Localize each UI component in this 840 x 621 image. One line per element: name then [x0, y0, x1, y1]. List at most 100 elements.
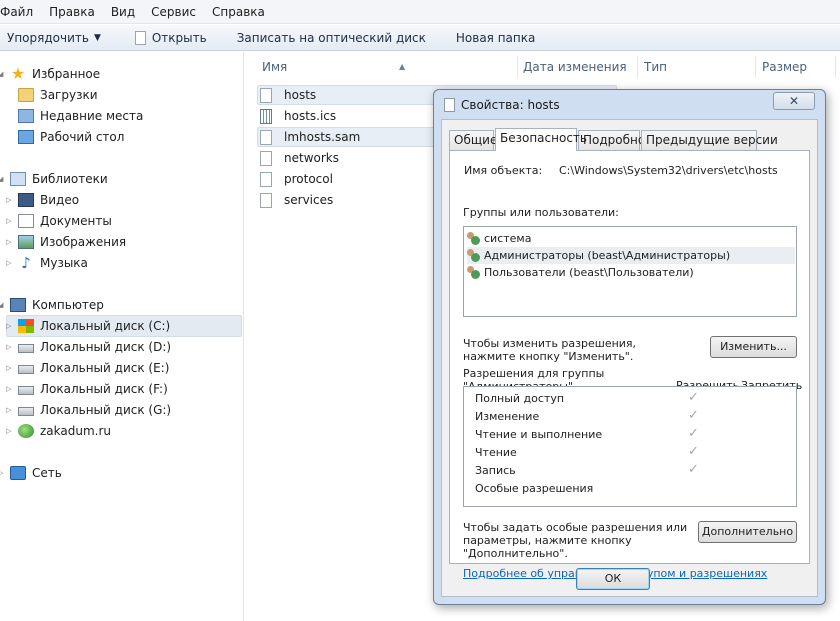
permission-name: Изменение	[475, 410, 540, 423]
special-hint-line-1: Чтобы задать особые разрешения или	[463, 521, 688, 534]
collapse-icon: ◢	[0, 174, 4, 183]
groups-label: Группы или пользователи:	[463, 206, 619, 219]
list-item[interactable]: Администраторы (beast\Администраторы)	[467, 247, 795, 264]
nav-libraries[interactable]: ◢ Библиотеки	[0, 168, 108, 189]
nav-label: Недавние места	[40, 108, 144, 123]
nav-label: zakadum.ru	[40, 423, 112, 438]
nav-item-drive-g[interactable]: ▷ Локальный диск (G:)	[6, 399, 172, 420]
nav-item-downloads[interactable]: Загрузки	[18, 84, 98, 105]
expand-icon: ▷	[6, 384, 12, 393]
permission-name: Полный доступ	[475, 392, 565, 405]
organize-button[interactable]: Упорядочить ▼	[1, 27, 107, 49]
allow-check-icon: ✓	[688, 390, 699, 405]
tab-general[interactable]: Общие	[449, 130, 497, 150]
nav-label: Локальный диск (E:)	[40, 360, 170, 375]
nav-computer[interactable]: ◢ Компьютер	[0, 294, 104, 315]
menu-view[interactable]: Вид	[103, 0, 143, 24]
file-icon	[260, 192, 272, 208]
column-header-size[interactable]: Размер	[762, 58, 832, 80]
nav-label: Видео	[40, 192, 80, 207]
nav-item-desktop[interactable]: Рабочий стол	[18, 126, 124, 147]
nav-network[interactable]: ▷ Сеть	[0, 462, 62, 483]
nav-item-images[interactable]: ▷ Изображения	[6, 231, 126, 252]
menu-bar: Файл Правка Вид Сервис Справка	[0, 0, 840, 24]
nav-item-drive-c[interactable]: ▷ Локальный диск (C:)	[6, 315, 171, 336]
allow-check-icon: ✓	[688, 408, 699, 423]
close-icon: ✕	[788, 94, 800, 108]
network-drive-icon	[18, 423, 34, 438]
column-label: Имя	[262, 60, 288, 74]
column-divider[interactable]	[835, 56, 836, 78]
ok-button[interactable]: ОК	[576, 568, 650, 590]
new-folder-button[interactable]: Новая папка	[450, 27, 541, 49]
file-name: hosts.ics	[284, 109, 337, 123]
file-row-services[interactable]: services	[258, 190, 438, 210]
expand-icon: ▷	[6, 237, 12, 246]
hard-drive-icon	[18, 406, 34, 416]
file-row-hosts-ics[interactable]: hosts.ics	[258, 106, 438, 126]
column-header-type[interactable]: Тип	[644, 58, 754, 80]
menu-help[interactable]: Справка	[204, 0, 273, 24]
menu-tools[interactable]: Сервис	[143, 0, 204, 24]
permission-name: Запись	[475, 464, 516, 477]
hard-drive-icon	[18, 364, 34, 374]
column-divider[interactable]	[637, 56, 638, 78]
navigation-pane: ◢ ★ Избранное Загрузки Недавние места Ра…	[0, 52, 244, 621]
nav-item-drive-d[interactable]: ▷ Локальный диск (D:)	[6, 336, 171, 357]
column-divider[interactable]	[517, 56, 518, 78]
menu-edit[interactable]: Правка	[41, 0, 103, 24]
file-row-networks[interactable]: networks	[258, 148, 438, 168]
nav-item-music[interactable]: ▷ ♪ Музыка	[6, 252, 88, 273]
column-header-name[interactable]: Имя ▲	[262, 58, 522, 80]
expand-icon: ▷	[0, 468, 4, 477]
close-button[interactable]: ✕	[773, 92, 815, 110]
dialog-title-bar[interactable]: Свойства: hosts	[444, 96, 560, 114]
list-item[interactable]: Пользователи (beast\Пользователи)	[467, 264, 795, 281]
dialog-title: Свойства: hosts	[461, 98, 560, 112]
advanced-button[interactable]: Дополнительно	[698, 521, 797, 543]
dialog-body: Общие Безопасность Подробно Предыдущие в…	[441, 119, 818, 597]
column-header-date[interactable]: Дата изменения	[523, 58, 638, 80]
groups-list[interactable]: система Администраторы (beast\Администра…	[463, 226, 797, 317]
tab-details[interactable]: Подробно	[578, 130, 645, 150]
expand-icon: ▷	[6, 426, 12, 435]
object-name-label: Имя объекта:	[464, 164, 543, 177]
tab-previous-versions[interactable]: Предыдущие версии	[641, 130, 778, 150]
nav-label: Локальный диск (G:)	[40, 402, 172, 417]
list-item[interactable]: система	[467, 230, 795, 247]
nav-item-zakadum[interactable]: ▷ zakadum.ru	[6, 420, 112, 441]
group-name: Пользователи (beast\Пользователи)	[484, 266, 694, 279]
expand-icon: ▷	[6, 405, 12, 414]
burn-button[interactable]: Записать на оптический диск	[231, 27, 432, 49]
column-divider[interactable]	[755, 56, 756, 78]
permission-row: Изменение ✓	[464, 408, 796, 426]
user-group-icon	[467, 266, 481, 279]
permissions-list[interactable]: Полный доступ ✓ Изменение ✓ Чтение и вып…	[463, 386, 797, 507]
nav-item-recent-places[interactable]: Недавние места	[18, 105, 143, 126]
permission-row: Чтение и выполнение ✓	[464, 426, 796, 444]
nav-item-drive-f[interactable]: ▷ Локальный диск (F:)	[6, 378, 168, 399]
nav-label: Избранное	[32, 66, 101, 81]
nav-label: Локальный диск (C:)	[40, 318, 171, 333]
hard-drive-icon	[18, 385, 34, 395]
tab-security[interactable]: Безопасность	[495, 128, 587, 151]
object-name-value: C:\Windows\System32\drivers\etc\hosts	[559, 164, 778, 177]
special-hint-line-2: параметры, нажмите кнопку	[463, 534, 632, 547]
file-row-protocol[interactable]: protocol	[258, 169, 438, 189]
nav-favorites[interactable]: ◢ ★ Избранное	[0, 63, 101, 84]
file-icon	[260, 150, 272, 166]
expand-icon: ▷	[6, 195, 12, 204]
documents-icon	[18, 213, 34, 228]
nav-item-documents[interactable]: ▷ Документы	[6, 210, 112, 231]
change-button[interactable]: Изменить...	[710, 336, 797, 358]
group-name: система	[484, 232, 532, 245]
nav-item-drive-e[interactable]: ▷ Локальный диск (E:)	[6, 357, 170, 378]
burn-label: Записать на оптический диск	[236, 30, 426, 45]
expand-icon: ▷	[6, 216, 12, 225]
menu-file[interactable]: Файл	[0, 0, 41, 24]
expand-icon: ▷	[6, 321, 12, 330]
open-button[interactable]: Открыть	[129, 27, 213, 49]
nav-label: Документы	[40, 213, 112, 228]
nav-item-video[interactable]: ▷ Видео	[6, 189, 80, 210]
collapse-icon: ◢	[0, 69, 4, 78]
